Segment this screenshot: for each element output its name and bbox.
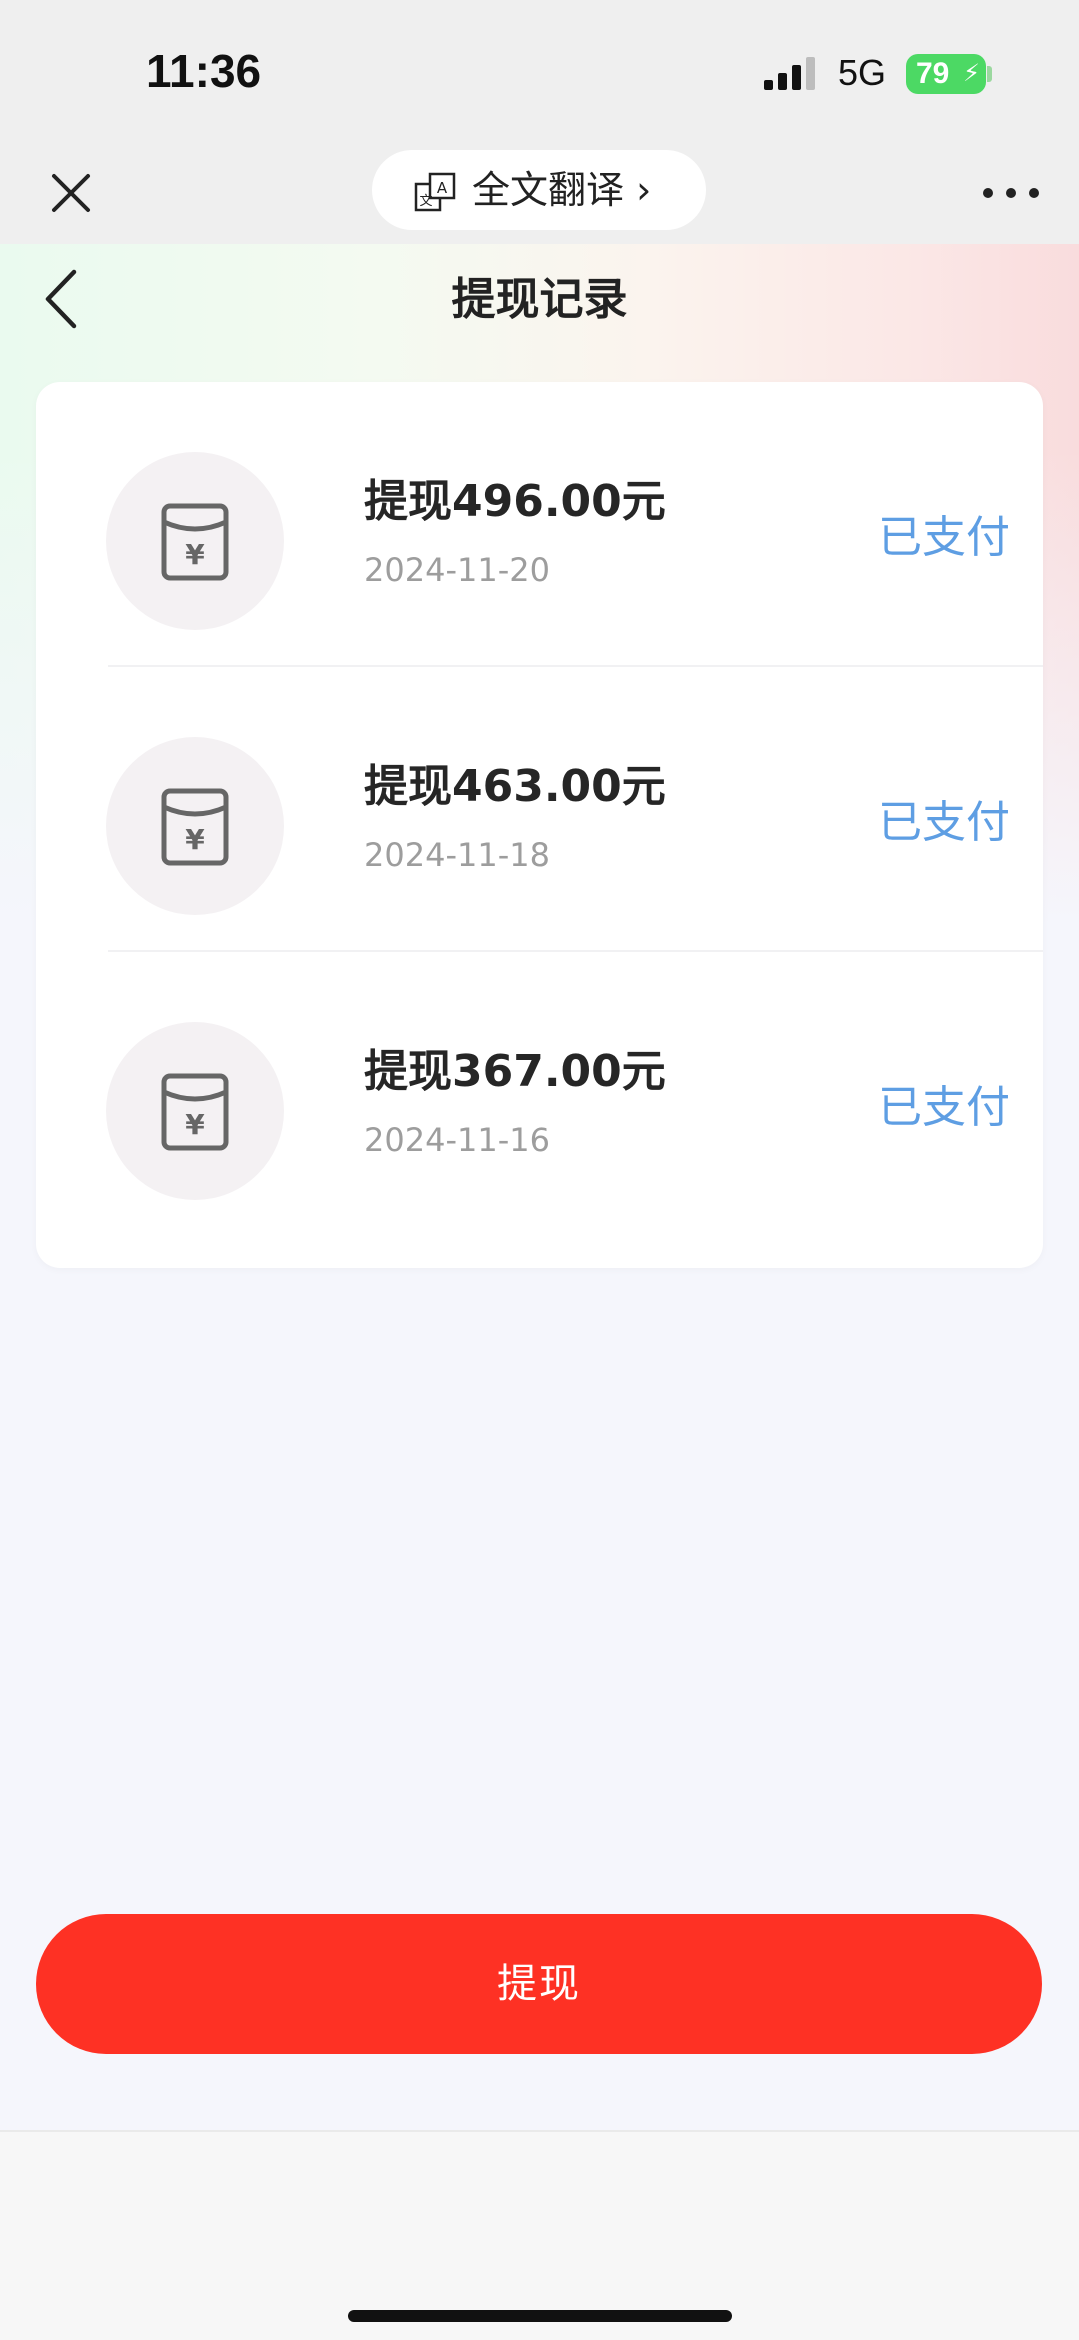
network-type: 5G bbox=[838, 52, 887, 93]
record-amount: 提现367.00元 bbox=[364, 1046, 666, 1097]
svg-text:文: 文 bbox=[419, 194, 432, 209]
status-badge: 已支付 bbox=[878, 1082, 1010, 1133]
red-envelope-yuan-icon: ¥ bbox=[161, 788, 229, 866]
list-item[interactable]: ¥ 提现367.00元 2024-11-16 已支付 bbox=[72, 952, 1043, 1237]
bottom-bar bbox=[0, 2130, 1079, 2340]
full-text-translate-button[interactable]: A 文 全文翻译 › bbox=[372, 150, 706, 230]
svg-text:¥: ¥ bbox=[185, 538, 205, 571]
red-envelope-yuan-icon: ¥ bbox=[161, 1073, 229, 1151]
battery-cap bbox=[987, 66, 992, 82]
list-item[interactable]: ¥ 提现463.00元 2024-11-18 已支付 bbox=[72, 667, 1043, 952]
more-options-icon[interactable] bbox=[976, 166, 1046, 220]
withdraw-button[interactable]: 提现 bbox=[36, 1914, 1042, 2054]
close-icon[interactable] bbox=[40, 162, 102, 224]
status-badge: 已支付 bbox=[878, 512, 1010, 563]
list-item[interactable]: ¥ 提现496.00元 2024-11-20 已支付 bbox=[72, 382, 1043, 667]
record-date: 2024-11-20 bbox=[364, 551, 550, 589]
status-badge: 已支付 bbox=[878, 797, 1010, 848]
record-amount: 提现496.00元 bbox=[364, 476, 666, 527]
withdrawal-records-page: 11:36 5G 79 ⚡ A 文 全文翻译 › 提现记录 ¥ 提现496.00… bbox=[0, 0, 1079, 2340]
withdrawal-records-list: ¥ 提现496.00元 2024-11-20 已支付 ¥ 提现463.00元 2… bbox=[36, 382, 1043, 1268]
status-time: 11:36 bbox=[146, 45, 262, 97]
battery-level: 79 bbox=[916, 57, 950, 90]
cellular-signal-icon bbox=[764, 57, 815, 90]
avatar: ¥ bbox=[106, 1022, 284, 1200]
battery-indicator: 79 ⚡ bbox=[906, 54, 986, 94]
svg-text:¥: ¥ bbox=[185, 1108, 205, 1141]
page-title: 提现记录 bbox=[451, 274, 628, 325]
avatar: ¥ bbox=[106, 452, 284, 630]
avatar: ¥ bbox=[106, 737, 284, 915]
record-date: 2024-11-16 bbox=[364, 1121, 550, 1159]
home-indicator[interactable] bbox=[348, 2310, 732, 2322]
red-envelope-yuan-icon: ¥ bbox=[161, 503, 229, 581]
browser-toolbar: A 文 全文翻译 › bbox=[0, 140, 1079, 244]
svg-text:¥: ¥ bbox=[185, 823, 205, 856]
record-date: 2024-11-18 bbox=[364, 836, 550, 874]
record-amount: 提现463.00元 bbox=[364, 761, 666, 812]
charging-bolt-icon: ⚡ bbox=[963, 60, 980, 87]
status-bar: 11:36 5G 79 ⚡ bbox=[0, 0, 1079, 140]
svg-text:A: A bbox=[437, 179, 448, 197]
translate-icon: A 文 bbox=[414, 172, 456, 212]
translate-label: 全文翻译 › bbox=[472, 168, 652, 212]
